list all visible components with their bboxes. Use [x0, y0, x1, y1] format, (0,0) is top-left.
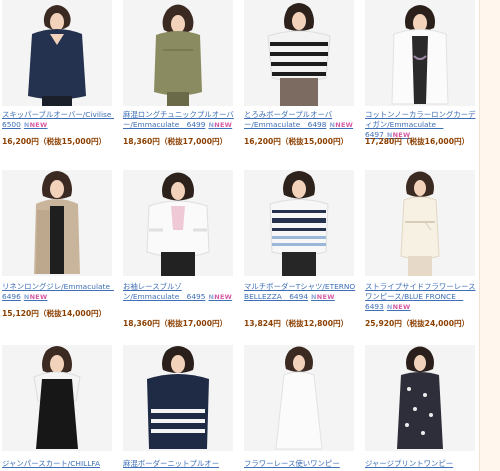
product-price: 18,360円（税抜17,000円） [123, 137, 228, 146]
new-badge: NNEW [23, 121, 48, 129]
product-card[interactable]: コットンノーカラーロングカーディガン/Emmaculate 6497 NNEW 1… [365, 0, 477, 150]
tunic-olive-icon[interactable] [123, 0, 233, 106]
product-link[interactable]: お袖レースブルゾン/Emmaculate 6495 NNEW [123, 282, 235, 302]
product-card[interactable]: ストライプサイドフラワーレースワンピース/BLUE FRONCE 6493 NNE… [365, 170, 477, 330]
product-price: 17,280円（税抜16,000円） [365, 137, 470, 146]
product-link[interactable]: 麻混ロングチュニックプルオーバー/Emmaculate 6499 NNEW [123, 110, 235, 130]
product-link[interactable]: ジャージプリントワンピー [365, 459, 477, 469]
striped-knit-icon[interactable] [123, 345, 233, 451]
product-link[interactable]: リネンロングジレ/Emmaculate 6496 NNEW [2, 282, 114, 302]
dress-navy-icon[interactable] [2, 0, 112, 106]
product-link[interactable]: ストライプサイドフラワーレースワンピース/BLUE FRONCE 6493 NNE… [365, 282, 477, 312]
product-card[interactable]: スキッパーブルオーバー/Civilise 6500 NNEW 16,200円（税抜… [2, 0, 114, 150]
new-badge: NNEW [386, 303, 411, 311]
product-card[interactable]: 麻混ボーダーニットプルオー [123, 345, 235, 471]
product-card[interactable]: フラワーレース使いワンピー [244, 345, 356, 471]
product-grid: スキッパーブルオーバー/Civilise 6500 NNEW 16,200円（税抜… [2, 0, 480, 471]
product-price: 25,920円（税抜24,000円） [365, 319, 470, 328]
product-card[interactable]: マルチボーダーTシャツ/ETERNO BELLEZZA 6494 NNEW 13,… [244, 170, 356, 330]
product-card[interactable]: 麻混ロングチュニックプルオーバー/Emmaculate 6499 NNEW 18,… [123, 0, 235, 150]
product-link[interactable]: ジャンパースカート/CHILLFA [2, 459, 114, 469]
new-badge: NNEW [311, 293, 335, 301]
white-cardigan-icon[interactable] [365, 0, 475, 106]
white-lace-dress-icon[interactable] [365, 170, 475, 276]
right-rail [479, 0, 500, 471]
beige-gilet-icon[interactable] [2, 170, 112, 276]
product-link[interactable]: マルチボーダーTシャツ/ETERNO BELLEZZA 6494 NNEW [244, 282, 356, 302]
print-dress-icon[interactable] [365, 345, 475, 451]
product-link[interactable]: 麻混ボーダーニットプルオー [123, 459, 235, 469]
black-jumper-skirt-icon[interactable] [2, 345, 112, 451]
product-card[interactable]: ジャージプリントワンピー [365, 345, 477, 471]
new-badge: NNEW [23, 293, 48, 301]
product-card[interactable]: ジャンパースカート/CHILLFA [2, 345, 114, 471]
product-link[interactable]: とろみボーダープルオーバー/Emmaculate 6498 NNEW [244, 110, 356, 130]
product-link[interactable]: スキッパーブルオーバー/Civilise 6500 NNEW [2, 110, 114, 130]
product-link[interactable]: フラワーレース使いワンピー [244, 459, 356, 469]
new-badge: NNEW [208, 121, 233, 129]
product-card[interactable]: リネンロングジレ/Emmaculate 6496 NNEW 15,120円（税抜1… [2, 170, 114, 330]
product-price: 16,200円（税抜15,000円） [2, 137, 107, 146]
product-card[interactable]: お袖レースブルゾン/Emmaculate 6495 NNEW 18,360円（税抜… [123, 170, 235, 330]
product-price: 16,200円（税抜15,000円） [244, 137, 349, 146]
striped-top-icon[interactable] [244, 0, 354, 106]
white-blouson-icon[interactable] [123, 170, 233, 276]
product-card[interactable]: とろみボーダープルオーバー/Emmaculate 6498 NNEW 16,200… [244, 0, 356, 150]
white-dress-icon[interactable] [244, 345, 354, 451]
new-badge: NNEW [208, 293, 233, 301]
product-price: 18,360円（税抜17,000円） [123, 319, 228, 328]
new-badge: NNEW [329, 121, 354, 129]
product-price: 13,824円（税抜12,800円） [244, 319, 349, 328]
multi-border-tshirt-icon[interactable] [244, 170, 354, 276]
product-price: 15,120円（税抜14,000円） [2, 309, 107, 318]
